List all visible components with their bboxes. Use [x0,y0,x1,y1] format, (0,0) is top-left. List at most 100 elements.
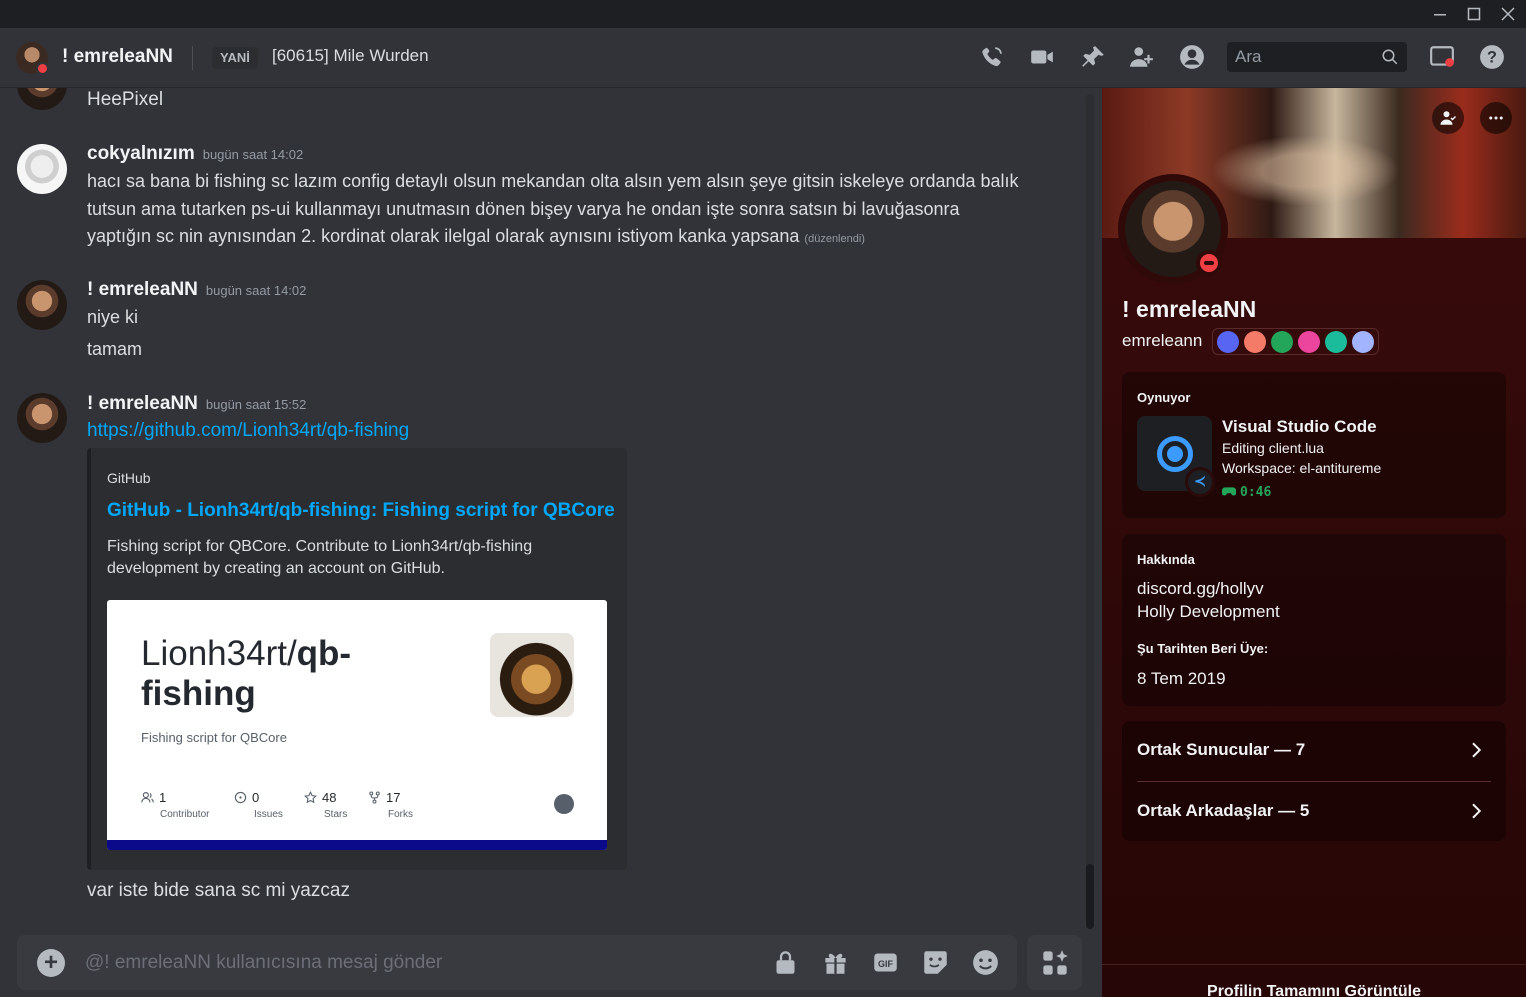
more-options-button[interactable] [1480,102,1512,134]
upload-button[interactable]: + [37,949,65,977]
mutual-servers-row[interactable]: Ortak Sunucular — 7 [1137,721,1491,781]
emoji-button[interactable] [970,947,1000,977]
emoji-icon [972,949,998,975]
about-line[interactable]: discord.gg/hollyv [1137,577,1264,600]
stat-label: Stars [324,809,348,820]
language-bar [107,840,607,850]
activity-timer: 0:46 [1222,485,1271,500]
chevron-right-icon [1472,742,1482,758]
boost-badge-icon[interactable] [1298,330,1320,353]
gif-icon: GIF [873,953,897,971]
activity-details: Editing client.lua [1222,440,1324,456]
voice-call-button[interactable] [977,42,1007,72]
pinned-messages-button[interactable] [1078,42,1108,72]
quest-badge-icon[interactable] [1325,330,1347,353]
scrollbar-thumb[interactable] [1086,864,1094,929]
github-icon [554,794,574,814]
link-embed: GitHub GitHub - Lionh34rt/qb-fishing: Fi… [87,448,627,870]
message-input[interactable] [85,950,745,976]
user-profile-panel: ! emreleaNN emreleann Oynuyor ≺ Visual S… [1102,88,1526,997]
avatar[interactable] [17,88,67,110]
sticker-button[interactable] [920,947,950,977]
lock-icon [776,950,794,974]
embed-image[interactable]: Lionh34rt/qb-fishing Fishing script for … [107,600,607,850]
activity-state: Workspace: el-antitureme [1222,460,1382,476]
activity-card: Oynuyor ≺ Visual Studio Code Editing cli… [1122,372,1506,518]
help-icon: ? [1480,45,1504,69]
dnd-status-icon [1196,250,1222,276]
profile-display-name: ! emreleaNN [1122,296,1257,322]
repo-avatar-image [490,633,574,717]
user-profile-icon [1180,45,1204,69]
apps-button[interactable] [1027,935,1082,990]
author-name[interactable]: ! emreleaNN [87,279,198,300]
sticker-icon [923,950,947,974]
scrollbar[interactable] [1086,94,1094,929]
svg-text:GIF: GIF [878,959,894,969]
header-divider [192,46,193,70]
dm-username[interactable]: ! emreleaNN [62,46,173,68]
dnd-status-icon [36,62,49,75]
avatar[interactable] [17,280,67,330]
search-placeholder: Ara [1235,47,1262,66]
embed-provider[interactable]: GitHub [107,470,151,486]
user-profile-toggle-button[interactable] [1177,42,1207,72]
fork-icon [369,791,380,804]
message-author[interactable]: cokyalnızım bugün saat 14:02 [87,143,303,165]
add-friends-to-dm-button[interactable] [1127,42,1157,72]
video-call-button[interactable] [1027,42,1057,72]
member-since-label: Şu Tarihten Beri Üye: [1137,641,1269,656]
close-button[interactable] [1490,0,1526,28]
avatar[interactable] [17,144,67,194]
message-text: var iste bide sana sc mi yazcaz [87,880,350,901]
repo-name-part: fishing [141,674,256,713]
message-body: hacı sa bana bi fishing sc lazım config … [87,171,1019,246]
message-author[interactable]: ! emreleaNN bugün saat 14:02 [87,279,306,301]
star-icon [304,790,317,804]
more-icon [1489,116,1503,120]
message-link[interactable]: https://github.com/Lionh34rt/qb-fishing [87,420,409,442]
about-line: Holly Development [1137,602,1280,621]
profile-badges [1212,328,1379,355]
chevron-right-icon [1472,803,1482,819]
hypesquad-badge-icon[interactable] [1217,330,1239,353]
search-box[interactable]: Ara [1227,42,1407,72]
close-icon [1501,7,1515,21]
vscode-icon: ≺ [1185,467,1215,497]
inbox-button[interactable] [1427,42,1457,72]
active-developer-badge-icon[interactable] [1271,330,1293,353]
repo-owner: Lionh34rt/ [141,634,297,673]
gift-button[interactable] [820,947,850,977]
orb-badge-icon[interactable] [1352,330,1374,353]
stat-value: 48 [322,790,337,805]
message-author[interactable]: ! emreleaNN bugün saat 15:52 [87,393,306,415]
help-button[interactable]: ? [1477,42,1507,72]
mutual-friends-row[interactable]: Ortak Arkadaşlar — 5 [1137,782,1491,842]
repo-subtitle: Fishing script for QBCore [141,730,287,745]
add-friend-button[interactable] [1432,102,1464,134]
embed-description: Fishing script for QBCore. Contribute to… [107,538,533,577]
message-timestamp: bugün saat 14:02 [202,147,304,162]
embed-title[interactable]: GitHub - Lionh34rt/qb-fishing: Fishing s… [107,500,615,522]
message-timestamp: bugün saat 15:52 [205,397,307,412]
member-since-date: 8 Tem 2019 [1137,669,1226,688]
stat-stars: 48 [304,790,336,805]
message-text: hacı sa bana bi fishing sc lazım config … [87,168,1027,254]
author-name[interactable]: cokyalnızım [87,143,195,164]
message-text: HeePixel [87,89,164,110]
lock-button[interactable] [770,947,800,977]
maximize-button[interactable] [1456,0,1492,28]
mutual-friends-label: Ortak Arkadaşlar — 5 [1137,801,1310,820]
stat-label: Forks [388,809,413,820]
message-text: tamam [87,339,143,359]
minimize-button[interactable] [1422,0,1458,28]
gif-button[interactable]: GIF [870,947,900,977]
view-full-profile-button[interactable]: Profilin Tamamını Görüntüle [1102,983,1526,997]
author-name[interactable]: ! emreleaNN [87,393,198,414]
repo-title: Lionh34rt/qb-fishing [141,634,461,714]
message-list[interactable]: HeePixel cokyalnızım bugün saat 14:02 hac… [0,88,1100,933]
stat-value: 17 [386,790,401,805]
about-card: Hakkında discord.gg/hollyv Holly Develop… [1122,534,1506,706]
avatar[interactable] [17,393,67,443]
nitro-badge-icon[interactable] [1244,330,1266,353]
